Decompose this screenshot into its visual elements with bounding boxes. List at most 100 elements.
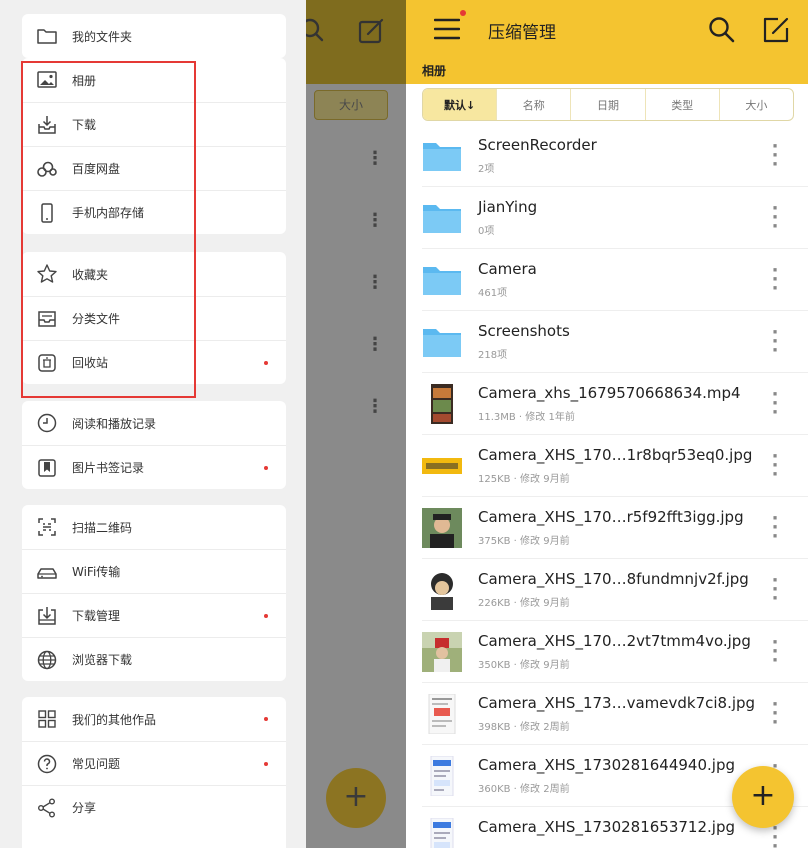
- edit-icon[interactable]: [762, 16, 790, 44]
- app-header: 压缩管理 相册: [406, 0, 808, 84]
- highlight-annotation-box: [21, 61, 196, 398]
- more-options-icon[interactable]: ···: [768, 634, 782, 670]
- notification-dot: [264, 614, 268, 618]
- edit-icon: [358, 18, 384, 44]
- file-thumbnail: [422, 446, 462, 486]
- globe-icon: [37, 650, 57, 670]
- file-row[interactable]: Camera_XHS_170…r5f92fft3igg.jpg 375KB · 修…: [406, 497, 808, 559]
- add-button[interactable]: +: [732, 766, 794, 828]
- menu-icon[interactable]: [434, 18, 460, 40]
- drawer-item-wifi-transfer[interactable]: WiFi传输: [22, 549, 286, 593]
- file-row[interactable]: Camera_XHS_173…vamevdk7ci8.jpg 398KB · 修改…: [406, 683, 808, 745]
- drawer-item-label: 阅读和播放记录: [72, 416, 157, 431]
- file-name: Camera_XHS_170…r5f92fft3igg.jpg: [478, 508, 744, 526]
- file-thumbnail: [422, 384, 462, 424]
- file-name: JianYing: [478, 198, 538, 216]
- dimmed-background-content[interactable]: 大小 ⋮ ⋮ ⋮ ⋮ ⋮ +: [300, 0, 406, 848]
- grid-icon: [38, 710, 56, 728]
- sort-name[interactable]: 名称: [496, 89, 570, 120]
- file-name: Camera_XHS_1730281653712.jpg: [478, 818, 735, 836]
- clock-icon: [37, 413, 57, 433]
- drawer-item-label: 扫描二维码: [72, 520, 133, 535]
- file-meta: 218项: [478, 350, 508, 361]
- file-name: Camera_XHS_170…1r8bqr53eq0.jpg: [478, 446, 753, 464]
- more-icon: ⋮: [366, 334, 384, 355]
- notification-dot: [264, 717, 268, 721]
- file-meta: 398KB · 修改 2周前: [478, 722, 570, 733]
- more-options-icon[interactable]: ···: [768, 448, 782, 484]
- notification-dot: [460, 10, 466, 16]
- drawer-item-other-apps[interactable]: 我们的其他作品: [22, 697, 286, 741]
- notification-dot: [264, 361, 268, 365]
- file-meta: 350KB · 修改 9月前: [478, 660, 570, 671]
- folder-icon: [37, 29, 57, 44]
- more-options-icon[interactable]: ···: [768, 572, 782, 608]
- file-thumbnail: [422, 570, 462, 610]
- sort-date[interactable]: 日期: [570, 89, 644, 120]
- folder-icon: [422, 260, 462, 300]
- bookmark-icon: [38, 459, 56, 477]
- file-name: Camera_XHS_170…2vt7tmm4vo.jpg: [478, 632, 751, 650]
- folder-row[interactable]: Camera 461项 · · ·: [406, 249, 808, 311]
- file-name: Camera: [478, 260, 537, 278]
- file-thumbnail: [422, 693, 462, 735]
- page-title: 压缩管理: [488, 23, 556, 43]
- file-name: Camera_XHS_1730281644940.jpg: [478, 756, 735, 774]
- drawer-card-about: 我们的其他作品 常见问题 分享: [22, 697, 286, 848]
- folder-row[interactable]: Screenshots 218项 · · ·: [406, 311, 808, 373]
- folder-icon: [422, 136, 462, 176]
- file-row[interactable]: Camera_XHS_170…1r8bqr53eq0.jpg 125KB · 修改…: [406, 435, 808, 497]
- folder-icon: [422, 198, 462, 238]
- file-meta: 226KB · 修改 9月前: [478, 598, 570, 609]
- navigation-drawer-screen: 大小 ⋮ ⋮ ⋮ ⋮ ⋮ + 我的文件夹 相册 下载 百度网盘 手机内部存储 收…: [0, 0, 406, 848]
- more-options-icon[interactable]: ···: [768, 386, 782, 422]
- folder-row[interactable]: ScreenRecorder 2项 · · ·: [406, 125, 808, 187]
- sort-size[interactable]: 大小: [718, 89, 793, 120]
- sort-bar: 默认↓ 名称 日期 类型 大小: [422, 88, 794, 121]
- drawer-item-download-manager[interactable]: 下载管理: [22, 593, 286, 637]
- dimmed-fab: +: [326, 768, 386, 828]
- search-icon[interactable]: [708, 16, 736, 44]
- more-options-icon[interactable]: ···: [768, 138, 782, 174]
- more-options-icon[interactable]: ···: [768, 510, 782, 546]
- more-options-icon[interactable]: ···: [768, 696, 782, 732]
- help-icon: [37, 754, 57, 774]
- share-icon: [38, 798, 55, 818]
- drawer: 我的文件夹 相册 下载 百度网盘 手机内部存储 收藏夹 分类文件 回收站 阅读和…: [0, 0, 306, 848]
- file-name: Camera_XHS_170…8fundmnjv2f.jpg: [478, 570, 749, 588]
- drawer-item-browser-download[interactable]: 浏览器下载: [22, 637, 286, 681]
- drawer-item-label: 图片书签记录: [72, 461, 145, 475]
- dimmed-header: [300, 0, 406, 84]
- file-row[interactable]: Camera_XHS_170…8fundmnjv2f.jpg 226KB · 修改…: [406, 559, 808, 621]
- sort-type[interactable]: 类型: [644, 89, 719, 120]
- more-options-icon[interactable]: ···: [768, 820, 782, 848]
- breadcrumb: 相册: [422, 64, 447, 78]
- drawer-item-label: 分享: [72, 801, 97, 815]
- drawer-card-tools: 扫描二维码 WiFi传输 下载管理 浏览器下载: [22, 505, 286, 681]
- file-meta: 461项: [478, 288, 508, 299]
- more-options-icon[interactable]: ···: [768, 200, 782, 236]
- sort-default[interactable]: 默认↓: [423, 89, 497, 120]
- wifi-transfer-icon: [37, 568, 57, 579]
- drawer-item-scan-qr[interactable]: 扫描二维码: [22, 505, 286, 549]
- more-icon: ⋮: [366, 210, 384, 231]
- scan-icon: [38, 518, 56, 536]
- more-options-icon[interactable]: ···: [768, 262, 782, 298]
- drawer-item-image-bookmarks[interactable]: 图片书签记录: [22, 445, 286, 489]
- file-thumbnail: [422, 632, 462, 672]
- file-row[interactable]: Camera_xhs_1679570668634.mp4 11.3MB · 修改 …: [406, 373, 808, 435]
- drawer-item-my-folders[interactable]: 我的文件夹: [22, 14, 286, 58]
- more-icon: ⋮: [366, 396, 384, 417]
- drawer-item-label: 下载管理: [72, 609, 121, 623]
- drawer-item-reading-history[interactable]: 阅读和播放记录: [22, 401, 286, 445]
- folder-icon: [422, 322, 462, 362]
- folder-row[interactable]: JianYing 0项 · · ·: [406, 187, 808, 249]
- more-options-icon[interactable]: ···: [768, 324, 782, 360]
- drawer-item-faq[interactable]: 常见问题: [22, 741, 286, 785]
- more-icon: ⋮: [366, 272, 384, 293]
- file-meta: 11.3MB · 修改 1年前: [478, 412, 575, 423]
- file-thumbnail: [422, 508, 462, 548]
- drawer-item-share[interactable]: 分享: [22, 785, 286, 829]
- file-row[interactable]: Camera_XHS_170…2vt7tmm4vo.jpg 350KB · 修改 …: [406, 621, 808, 683]
- file-name: ScreenRecorder: [478, 136, 597, 154]
